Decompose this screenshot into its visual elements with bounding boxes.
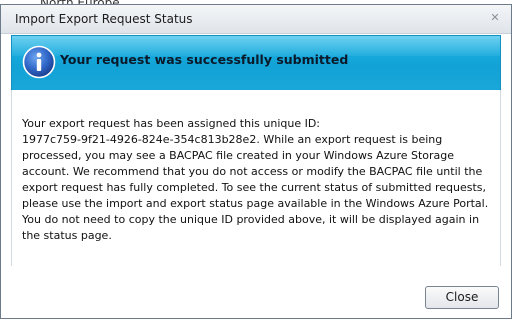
status-message: Your export request has been assigned th… [22,117,489,242]
info-icon [22,45,56,79]
status-banner: Your request was successfully submitted [11,35,501,91]
dialog-body: Your export request has been assigned th… [11,90,501,267]
close-icon[interactable]: ✕ [489,12,501,24]
close-button[interactable]: Close [425,286,499,309]
import-export-status-dialog: Import Export Request Status ✕ Your requ… [0,4,512,319]
dialog-titlebar: Import Export Request Status ✕ [1,5,511,34]
banner-title: Your request was successfully submitted [60,52,349,67]
dialog-title: Import Export Request Status [15,12,193,26]
